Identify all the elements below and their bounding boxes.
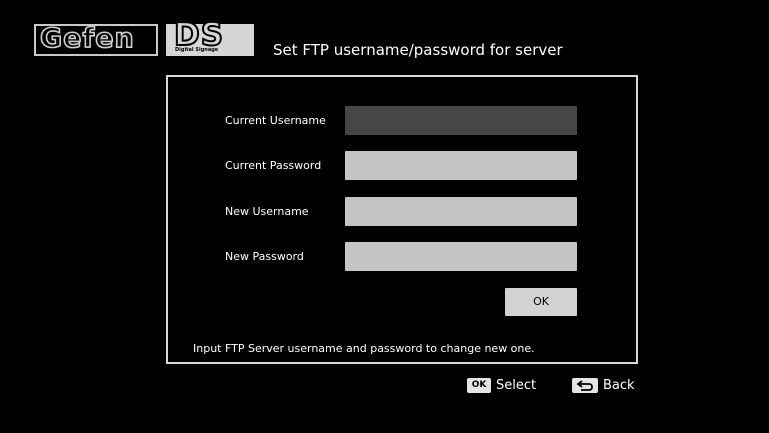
- ok-key-icon: OK: [467, 377, 491, 393]
- select-legend: OK Select: [467, 376, 536, 394]
- current-password-label: Current Password: [225, 159, 322, 172]
- current-username-input[interactable]: [345, 106, 577, 135]
- gefen-ds-logo: Gefen DS Digital Signage: [34, 16, 254, 56]
- ok-button[interactable]: OK: [505, 288, 577, 316]
- gefen-logo-text: Gefen: [39, 22, 135, 55]
- new-password-label: New Password: [225, 250, 304, 263]
- page-title: Set FTP username/password for server: [273, 41, 563, 59]
- ftp-settings-screen: Gefen DS Digital Signage Set FTP usernam…: [0, 0, 769, 433]
- new-username-input[interactable]: [345, 197, 577, 226]
- back-legend: Back: [572, 376, 635, 394]
- back-legend-label: Back: [603, 377, 635, 393]
- select-legend-label: Select: [496, 377, 537, 393]
- current-username-label: Current Username: [225, 114, 326, 127]
- back-arrow-icon: [572, 377, 598, 393]
- ds-logo-box: DS Digital Signage: [166, 16, 254, 56]
- instruction-text: Input FTP Server username and password t…: [193, 342, 535, 355]
- back-arrow-glyph: [576, 379, 593, 391]
- ds-logo-subtitle: Digital Signage: [175, 47, 219, 53]
- new-username-label: New Username: [225, 205, 309, 218]
- new-password-input[interactable]: [345, 242, 577, 271]
- current-password-input[interactable]: [345, 151, 577, 180]
- ftp-credentials-dialog: Current Username Current Password New Us…: [166, 75, 638, 364]
- gefen-logo-box: Gefen: [34, 22, 158, 56]
